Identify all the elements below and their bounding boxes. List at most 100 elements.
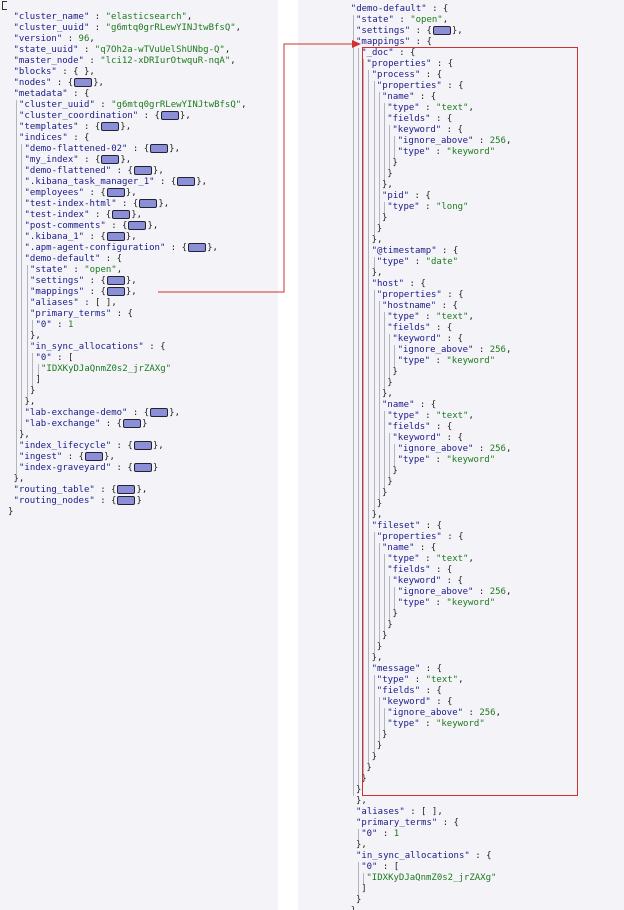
json-line: "properties" : { — [377, 290, 464, 301]
json-value: } — [392, 158, 398, 168]
json-line: } — [30, 386, 35, 397]
json-key: "type" — [387, 202, 420, 212]
json-separator: : — [127, 408, 144, 418]
json-line[interactable]: "nodes" : {}, — [14, 78, 104, 89]
json-comma: , — [468, 411, 474, 421]
collapsed-object-icon[interactable] — [106, 232, 125, 241]
json-value: { — [446, 114, 453, 124]
json-line: "blocks" : { }, — [14, 67, 95, 78]
json-comma: , — [505, 345, 512, 355]
collapsed-object-icon[interactable] — [177, 177, 196, 186]
json-line[interactable]: ".apm-agent-configuration" : {}, — [25, 243, 218, 254]
json-line[interactable]: "cluster_coordination" : {}, — [19, 111, 191, 122]
json-value: { — [430, 92, 437, 102]
json-line[interactable]: "routing_table" : {}, — [14, 485, 147, 496]
json-value: "IDXKyDJaQnmZ0s2_jrZAXg" — [366, 873, 497, 883]
collapsed-object-icon[interactable] — [133, 441, 152, 450]
json-line[interactable]: "index_lifecycle" : {}, — [19, 441, 164, 452]
json-line[interactable]: "mappings" : {}, — [30, 287, 137, 298]
collapsed-object-icon[interactable] — [133, 463, 152, 472]
json-comma: , — [356, 906, 361, 910]
json-separator: : — [420, 664, 437, 674]
json-comma: , — [437, 807, 443, 817]
json-comma: , — [158, 441, 164, 451]
collapsed-object-icon[interactable] — [101, 155, 120, 164]
tree-guide-line — [26, 265, 28, 397]
collapsed-object-icon[interactable] — [128, 221, 147, 230]
json-separator: : — [436, 246, 453, 256]
collapsed-object-icon[interactable] — [123, 419, 142, 428]
json-line: "_doc" : { — [361, 48, 415, 59]
json-line[interactable]: "settings" : {}, — [30, 276, 137, 287]
json-line[interactable]: "my_index" : {}, — [25, 155, 131, 166]
collapsed-object-icon[interactable] — [139, 199, 158, 208]
collapsed-object-icon[interactable] — [106, 188, 125, 197]
json-value: [ ] — [95, 298, 112, 308]
json-comma: , — [458, 675, 464, 685]
collapsed-object-icon[interactable] — [106, 287, 125, 296]
json-separator: : — [419, 103, 436, 113]
json-line[interactable]: "employees" : {}, — [25, 188, 137, 199]
json-line: "demo-default" : { — [25, 254, 123, 265]
json-line[interactable]: "ingest" : {}, — [19, 452, 115, 463]
collapsed-object-icon[interactable] — [74, 78, 93, 87]
json-value: { — [436, 521, 443, 531]
json-value: { — [430, 400, 437, 410]
json-line[interactable]: "post-comments" : {}, — [25, 221, 158, 232]
json-comma: , — [212, 243, 218, 253]
json-line[interactable]: "routing_nodes" : {} — [14, 496, 142, 507]
json-comma: , — [377, 268, 383, 278]
collapsed-object-icon[interactable] — [112, 210, 131, 219]
json-value: { — [458, 532, 464, 542]
collapsed-object-icon[interactable] — [85, 452, 104, 461]
json-separator: : — [78, 122, 95, 132]
json-value: "keyword" — [446, 147, 496, 157]
json-line[interactable]: "demo-flattened" : {}, — [25, 166, 164, 177]
json-line: "properties" : { — [377, 81, 464, 92]
json-line[interactable]: "settings" : {}, — [356, 26, 463, 37]
json-separator: : — [84, 188, 101, 198]
json-comma: , — [377, 510, 383, 520]
json-line[interactable]: "test-index" : {}, — [25, 210, 142, 221]
json-value: } — [387, 477, 393, 487]
tree-guide-line — [394, 587, 396, 609]
json-line[interactable]: "lab-exchange-demo" : {}, — [25, 408, 180, 419]
collapsed-object-icon[interactable] — [117, 485, 136, 494]
collapsed-object-icon[interactable] — [150, 408, 169, 417]
collapsed-object-icon[interactable] — [160, 111, 179, 120]
json-separator: : — [420, 70, 437, 80]
json-line[interactable]: "templates" : {}, — [19, 122, 131, 133]
json-value: { — [425, 191, 431, 201]
collapsed-object-icon[interactable] — [432, 26, 451, 35]
json-key: "properties" — [366, 59, 432, 69]
json-line[interactable]: "test-index-html" : {}, — [25, 199, 169, 210]
tree-guide-line — [384, 202, 385, 213]
json-line[interactable]: "lab-exchange" : {} — [25, 419, 147, 430]
collapsed-object-icon[interactable] — [106, 276, 125, 285]
json-line: "keyword" : { — [392, 433, 462, 444]
json-line[interactable]: "index-graveyard" : {} — [19, 463, 158, 474]
tree-guide-line — [378, 92, 380, 224]
collapsed-object-icon[interactable] — [117, 496, 136, 505]
close-brace: } — [136, 496, 142, 506]
json-value: { — [436, 664, 443, 674]
json-separator: : — [420, 521, 437, 531]
json-separator: : — [431, 59, 448, 69]
json-separator: : — [89, 210, 106, 220]
json-separator: : — [409, 675, 426, 685]
collapsed-object-icon[interactable] — [150, 144, 169, 153]
json-line: "state_uuid" : "q7Oh2a-wTVuUelShUNbg-Q", — [14, 45, 231, 56]
collapsed-object-icon[interactable] — [101, 122, 120, 131]
json-line: "ignore_above" : 256, — [398, 345, 512, 356]
json-line[interactable]: ".kibana_1" : {}, — [25, 232, 137, 243]
json-line[interactable]: "demo-flattened-02" : {}, — [25, 144, 180, 155]
collapsed-object-icon[interactable] — [133, 166, 152, 175]
close-brace: } — [152, 463, 159, 473]
json-separator: : — [410, 37, 427, 47]
json-key: "indices" — [19, 133, 68, 143]
collapsed-object-icon[interactable] — [188, 243, 207, 252]
json-key: "type" — [397, 455, 431, 465]
json-line: "keyword" : { — [392, 334, 462, 345]
json-line[interactable]: ".kibana_task_manager_1" : {}, — [25, 177, 207, 188]
json-separator: : — [154, 177, 171, 187]
